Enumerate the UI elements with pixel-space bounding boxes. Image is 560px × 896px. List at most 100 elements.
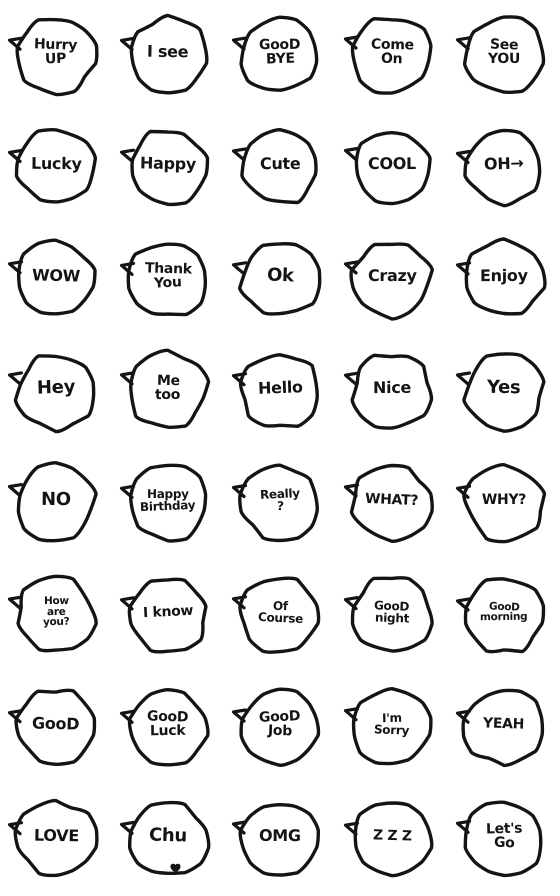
speech-bubble: GooD Luck <box>119 680 216 776</box>
speech-bubble: Cute <box>231 120 328 216</box>
speech-bubble: How are you? <box>7 568 104 664</box>
sticker-of-course[interactable]: Of Course <box>224 560 336 672</box>
speech-bubble-outline-icon <box>7 354 96 434</box>
speech-bubble: GooD <box>7 680 104 776</box>
speech-bubble-outline-icon <box>119 348 211 430</box>
sticker-good[interactable]: GooD <box>0 672 112 784</box>
speech-bubble-outline-icon <box>231 463 319 543</box>
speech-bubble: Lucky <box>7 120 104 216</box>
sticker-cool[interactable]: COOL <box>336 112 448 224</box>
sticker-happy[interactable]: Happy <box>112 112 224 224</box>
speech-bubble-outline-icon <box>119 242 208 317</box>
speech-bubble-tail-icon <box>231 261 248 276</box>
speech-bubble-outline-icon <box>231 127 318 205</box>
sticker-love[interactable]: LOVE <box>0 784 112 896</box>
speech-bubble: I'm Sorry <box>343 680 440 776</box>
sticker-i-see[interactable]: I see <box>112 0 224 112</box>
speech-bubble-tail-icon <box>455 371 472 386</box>
speech-bubble: NO <box>7 456 104 552</box>
speech-bubble-outline-icon <box>119 577 208 654</box>
sticker-lets-go[interactable]: Let's Go <box>448 784 560 896</box>
sticker-nice[interactable]: Nice <box>336 336 448 448</box>
sticker-omg[interactable]: OMG <box>224 784 336 896</box>
sticker-good-luck[interactable]: GooD Luck <box>112 672 224 784</box>
sticker-ok[interactable]: Ok <box>224 224 336 336</box>
speech-bubble-tail-icon <box>7 483 24 498</box>
sticker-good-morning[interactable]: GooD morning <box>448 560 560 672</box>
sticker-how-are-you[interactable]: How are you? <box>0 560 112 672</box>
speech-bubble-tail-icon <box>343 371 360 386</box>
speech-bubble-outline-icon <box>7 238 97 316</box>
sticker-yeah[interactable]: YEAH <box>448 672 560 784</box>
sticker-enjoy[interactable]: Enjoy <box>448 224 560 336</box>
speech-bubble: Really? <box>231 456 328 552</box>
sticker-no[interactable]: NO <box>0 448 112 560</box>
speech-bubble: Me too <box>119 344 216 440</box>
sticker-lucky[interactable]: Lucky <box>0 112 112 224</box>
speech-bubble-outline-icon <box>343 801 434 878</box>
speech-bubble-outline-icon <box>455 352 546 433</box>
sticker-happy-birthday[interactable]: Happy Birthday <box>112 448 224 560</box>
speech-bubble-outline-icon <box>455 15 546 95</box>
sticker-i-know[interactable]: I know <box>112 560 224 672</box>
speech-bubble-outline-icon <box>231 242 322 316</box>
speech-bubble: WOW <box>7 232 104 328</box>
speech-bubble: Hurry UP <box>7 8 104 104</box>
speech-bubble: OMG <box>231 792 328 888</box>
speech-bubble: Happy <box>119 120 216 216</box>
speech-bubble: Of Course <box>231 568 328 664</box>
sticker-what[interactable]: WHAT? <box>336 448 448 560</box>
sticker-oh-arrow[interactable]: OH→ <box>448 112 560 224</box>
speech-bubble-outline-icon <box>231 15 319 92</box>
sticker-zzz[interactable]: Z Z Z <box>336 784 448 896</box>
speech-bubble-outline-icon <box>343 130 432 206</box>
speech-bubble: YEAH <box>455 680 552 776</box>
sticker-me-too[interactable]: Me too <box>112 336 224 448</box>
speech-bubble: Thank You <box>119 232 216 328</box>
speech-bubble: Nice <box>343 344 440 440</box>
sticker-hey[interactable]: Hey <box>0 336 112 448</box>
sticker-chu[interactable]: Chu <box>112 784 224 896</box>
speech-bubble: GooD BYE <box>231 8 328 104</box>
speech-bubble-outline-icon <box>119 13 209 95</box>
sticker-hurry-up[interactable]: Hurry UP <box>0 0 112 112</box>
speech-bubble-outline-icon <box>231 576 321 654</box>
sticker-good-job[interactable]: GooD Job <box>224 672 336 784</box>
sticker-wow[interactable]: WOW <box>0 224 112 336</box>
speech-bubble-outline-icon <box>119 800 211 876</box>
sticker-hello[interactable]: Hello <box>224 336 336 448</box>
speech-bubble-outline-icon <box>455 462 547 544</box>
speech-bubble: WHAT? <box>343 456 440 552</box>
sticker-yes[interactable]: Yes <box>448 336 560 448</box>
speech-bubble: GooD night <box>343 568 440 664</box>
speech-bubble-outline-icon <box>455 237 547 316</box>
kiss-mark-icon <box>170 863 181 872</box>
sticker-thank-you[interactable]: Thank You <box>112 224 224 336</box>
speech-bubble-tail-icon <box>119 148 136 163</box>
speech-bubble: I see <box>119 8 216 104</box>
speech-bubble-outline-icon <box>455 577 546 654</box>
sticker-good-night[interactable]: GooD night <box>336 560 448 672</box>
sticker-see-you[interactable]: See YOU <box>448 0 560 112</box>
speech-bubble-outline-icon <box>119 688 210 767</box>
sticker-good-bye[interactable]: GooD BYE <box>224 0 336 112</box>
speech-bubble: Yes <box>455 344 552 440</box>
sticker-cute[interactable]: Cute <box>224 112 336 224</box>
speech-bubble-outline-icon <box>455 688 545 768</box>
speech-bubble-outline-icon <box>7 461 98 543</box>
speech-bubble: See YOU <box>455 8 552 104</box>
speech-bubble: I know <box>119 568 216 664</box>
speech-bubble: Let's Go <box>455 792 552 888</box>
speech-bubble-tail-icon <box>231 147 248 162</box>
speech-bubble-outline-icon <box>343 576 434 653</box>
speech-bubble: LOVE <box>7 792 104 888</box>
sticker-im-sorry[interactable]: I'm Sorry <box>336 672 448 784</box>
speech-bubble: OH→ <box>455 120 552 216</box>
sticker-come-on[interactable]: Come On <box>336 0 448 112</box>
speech-bubble-outline-icon <box>343 687 433 766</box>
sticker-crazy[interactable]: Crazy <box>336 224 448 336</box>
speech-bubble: Chu <box>119 792 216 888</box>
sticker-really[interactable]: Really? <box>224 448 336 560</box>
sticker-why[interactable]: WHY? <box>448 448 560 560</box>
speech-bubble-tail-icon <box>343 146 360 162</box>
